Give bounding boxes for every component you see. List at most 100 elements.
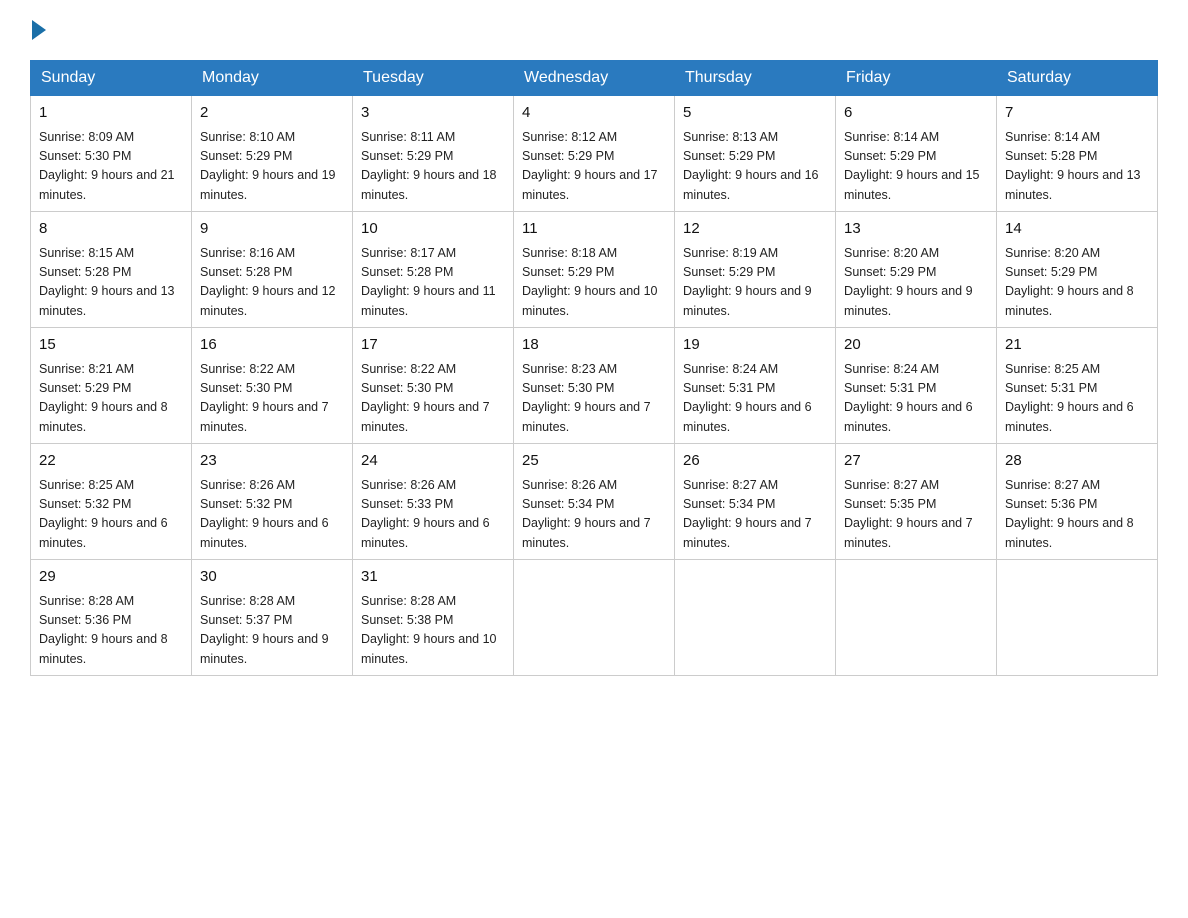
calendar-cell: 28Sunrise: 8:27 AMSunset: 5:36 PMDayligh… — [997, 444, 1158, 560]
day-number: 1 — [39, 102, 183, 125]
calendar-week-row-1: 1 Sunrise: 8:09 AMSunset: 5:30 PMDaylight… — [31, 96, 1158, 212]
calendar-cell: 10 Sunrise: 8:17 AMSunset: 5:28 PMDayligh… — [353, 212, 514, 328]
day-number: 11 — [522, 218, 666, 241]
day-number: 24 — [361, 450, 505, 473]
day-number: 21 — [1005, 334, 1149, 357]
day-number: 13 — [844, 218, 988, 241]
day-number: 31 — [361, 566, 505, 589]
day-number: 25 — [522, 450, 666, 473]
logo-blue-part — [30, 20, 46, 40]
day-number: 22 — [39, 450, 183, 473]
day-number: 12 — [683, 218, 827, 241]
calendar-cell: 25 Sunrise: 8:26 AMSunset: 5:34 PMDayligh… — [514, 444, 675, 560]
calendar-cell: 23 Sunrise: 8:26 AMSunset: 5:32 PMDayligh… — [192, 444, 353, 560]
logo — [30, 20, 46, 40]
day-info: Sunrise: 8:14 AMSunset: 5:29 PMDaylight:… — [844, 128, 988, 206]
day-info: Sunrise: 8:19 AMSunset: 5:29 PMDaylight:… — [683, 244, 827, 322]
calendar-week-row-2: 8 Sunrise: 8:15 AMSunset: 5:28 PMDaylight… — [31, 212, 1158, 328]
day-info: Sunrise: 8:27 AMSunset: 5:34 PMDaylight:… — [683, 476, 827, 554]
calendar-cell — [836, 560, 997, 676]
day-number: 4 — [522, 102, 666, 125]
day-info: Sunrise: 8:20 AMSunset: 5:29 PMDaylight:… — [1005, 244, 1149, 322]
calendar-cell: 7 Sunrise: 8:14 AMSunset: 5:28 PMDaylight… — [997, 96, 1158, 212]
calendar-cell: 4 Sunrise: 8:12 AMSunset: 5:29 PMDaylight… — [514, 96, 675, 212]
calendar-cell: 27 Sunrise: 8:27 AMSunset: 5:35 PMDayligh… — [836, 444, 997, 560]
calendar-week-row-4: 22 Sunrise: 8:25 AMSunset: 5:32 PMDayligh… — [31, 444, 1158, 560]
day-info: Sunrise: 8:22 AMSunset: 5:30 PMDaylight:… — [361, 360, 505, 438]
day-info: Sunrise: 8:23 AMSunset: 5:30 PMDaylight:… — [522, 360, 666, 438]
calendar-cell: 11 Sunrise: 8:18 AMSunset: 5:29 PMDayligh… — [514, 212, 675, 328]
day-info: Sunrise: 8:13 AMSunset: 5:29 PMDaylight:… — [683, 128, 827, 206]
day-info: Sunrise: 8:16 AMSunset: 5:28 PMDaylight:… — [200, 244, 344, 322]
day-info: Sunrise: 8:24 AMSunset: 5:31 PMDaylight:… — [844, 360, 988, 438]
calendar-header-friday: Friday — [836, 61, 997, 96]
day-info: Sunrise: 8:14 AMSunset: 5:28 PMDaylight:… — [1005, 128, 1149, 206]
day-number: 19 — [683, 334, 827, 357]
day-number: 17 — [361, 334, 505, 357]
calendar-header-wednesday: Wednesday — [514, 61, 675, 96]
day-number: 3 — [361, 102, 505, 125]
calendar-cell: 17 Sunrise: 8:22 AMSunset: 5:30 PMDayligh… — [353, 328, 514, 444]
day-info: Sunrise: 8:25 AMSunset: 5:31 PMDaylight:… — [1005, 360, 1149, 438]
calendar-cell: 15Sunrise: 8:21 AMSunset: 5:29 PMDayligh… — [31, 328, 192, 444]
calendar-cell: 8 Sunrise: 8:15 AMSunset: 5:28 PMDaylight… — [31, 212, 192, 328]
calendar-cell: 29 Sunrise: 8:28 AMSunset: 5:36 PMDayligh… — [31, 560, 192, 676]
day-info: Sunrise: 8:26 AMSunset: 5:33 PMDaylight:… — [361, 476, 505, 554]
calendar-cell: 12 Sunrise: 8:19 AMSunset: 5:29 PMDayligh… — [675, 212, 836, 328]
day-number: 8 — [39, 218, 183, 241]
calendar-cell: 16Sunrise: 8:22 AMSunset: 5:30 PMDayligh… — [192, 328, 353, 444]
calendar-header-monday: Monday — [192, 61, 353, 96]
day-info: Sunrise: 8:28 AMSunset: 5:36 PMDaylight:… — [39, 592, 183, 670]
calendar-table: SundayMondayTuesdayWednesdayThursdayFrid… — [30, 60, 1158, 676]
day-number: 9 — [200, 218, 344, 241]
day-info: Sunrise: 8:10 AMSunset: 5:29 PMDaylight:… — [200, 128, 344, 206]
day-number: 30 — [200, 566, 344, 589]
day-info: Sunrise: 8:25 AMSunset: 5:32 PMDaylight:… — [39, 476, 183, 554]
day-number: 18 — [522, 334, 666, 357]
day-info: Sunrise: 8:24 AMSunset: 5:31 PMDaylight:… — [683, 360, 827, 438]
calendar-cell: 6 Sunrise: 8:14 AMSunset: 5:29 PMDaylight… — [836, 96, 997, 212]
calendar-cell: 22 Sunrise: 8:25 AMSunset: 5:32 PMDayligh… — [31, 444, 192, 560]
day-info: Sunrise: 8:12 AMSunset: 5:29 PMDaylight:… — [522, 128, 666, 206]
day-number: 10 — [361, 218, 505, 241]
calendar-cell: 2 Sunrise: 8:10 AMSunset: 5:29 PMDaylight… — [192, 96, 353, 212]
day-number: 2 — [200, 102, 344, 125]
day-number: 27 — [844, 450, 988, 473]
day-number: 14 — [1005, 218, 1149, 241]
day-number: 20 — [844, 334, 988, 357]
day-info: Sunrise: 8:26 AMSunset: 5:34 PMDaylight:… — [522, 476, 666, 554]
day-info: Sunrise: 8:17 AMSunset: 5:28 PMDaylight:… — [361, 244, 505, 322]
calendar-cell: 9 Sunrise: 8:16 AMSunset: 5:28 PMDaylight… — [192, 212, 353, 328]
day-number: 29 — [39, 566, 183, 589]
calendar-cell: 13 Sunrise: 8:20 AMSunset: 5:29 PMDayligh… — [836, 212, 997, 328]
calendar-cell — [675, 560, 836, 676]
calendar-header-row: SundayMondayTuesdayWednesdayThursdayFrid… — [31, 61, 1158, 96]
calendar-header-thursday: Thursday — [675, 61, 836, 96]
calendar-cell: 26 Sunrise: 8:27 AMSunset: 5:34 PMDayligh… — [675, 444, 836, 560]
calendar-cell — [514, 560, 675, 676]
calendar-cell: 18 Sunrise: 8:23 AMSunset: 5:30 PMDayligh… — [514, 328, 675, 444]
day-info: Sunrise: 8:20 AMSunset: 5:29 PMDaylight:… — [844, 244, 988, 322]
day-info: Sunrise: 8:26 AMSunset: 5:32 PMDaylight:… — [200, 476, 344, 554]
day-info: Sunrise: 8:27 AMSunset: 5:35 PMDaylight:… — [844, 476, 988, 554]
day-number: 28 — [1005, 450, 1149, 473]
calendar-cell: 19 Sunrise: 8:24 AMSunset: 5:31 PMDayligh… — [675, 328, 836, 444]
calendar-header-saturday: Saturday — [997, 61, 1158, 96]
calendar-week-row-3: 15Sunrise: 8:21 AMSunset: 5:29 PMDayligh… — [31, 328, 1158, 444]
day-info: Sunrise: 8:18 AMSunset: 5:29 PMDaylight:… — [522, 244, 666, 322]
calendar-header-tuesday: Tuesday — [353, 61, 514, 96]
calendar-cell: 21 Sunrise: 8:25 AMSunset: 5:31 PMDayligh… — [997, 328, 1158, 444]
day-info: Sunrise: 8:11 AMSunset: 5:29 PMDaylight:… — [361, 128, 505, 206]
day-info: Sunrise: 8:28 AMSunset: 5:37 PMDaylight:… — [200, 592, 344, 670]
logo-arrow-icon — [32, 20, 46, 40]
day-number: 7 — [1005, 102, 1149, 125]
day-number: 26 — [683, 450, 827, 473]
day-info: Sunrise: 8:09 AMSunset: 5:30 PMDaylight:… — [39, 128, 183, 206]
day-info: Sunrise: 8:15 AMSunset: 5:28 PMDaylight:… — [39, 244, 183, 322]
calendar-cell: 1 Sunrise: 8:09 AMSunset: 5:30 PMDaylight… — [31, 96, 192, 212]
calendar-cell: 14 Sunrise: 8:20 AMSunset: 5:29 PMDayligh… — [997, 212, 1158, 328]
calendar-cell: 24 Sunrise: 8:26 AMSunset: 5:33 PMDayligh… — [353, 444, 514, 560]
day-number: 23 — [200, 450, 344, 473]
calendar-cell: 31Sunrise: 8:28 AMSunset: 5:38 PMDayligh… — [353, 560, 514, 676]
day-number: 6 — [844, 102, 988, 125]
